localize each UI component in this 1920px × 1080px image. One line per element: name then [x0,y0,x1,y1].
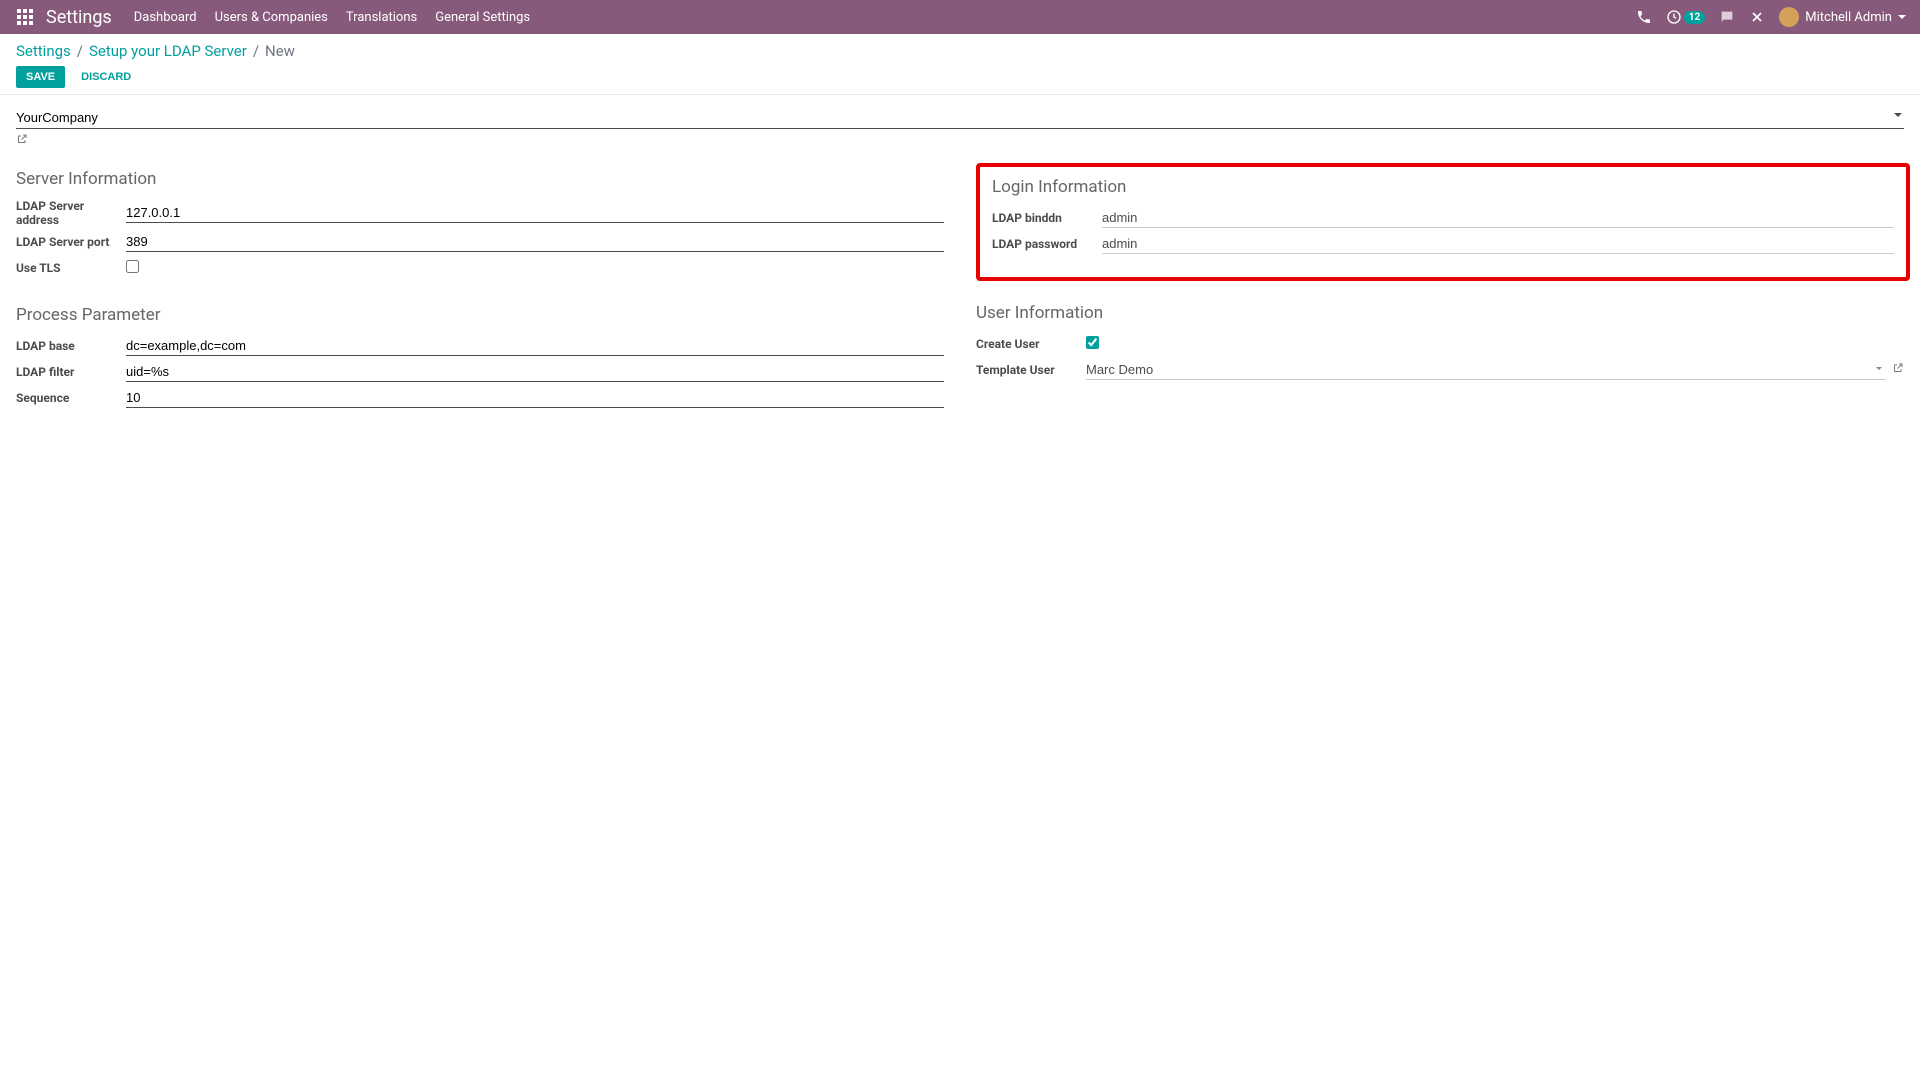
server-info-title: Server Information [16,169,944,189]
nav-item-dashboard[interactable]: Dashboard [134,10,197,25]
save-button[interactable]: SAVE [16,66,65,88]
sequence-label: Sequence [16,391,126,405]
close-button[interactable] [1749,9,1765,25]
ldap-address-label: LDAP Server address [16,199,126,227]
create-user-checkbox[interactable] [1086,336,1099,349]
external-link-icon [16,133,28,145]
close-icon [1749,9,1765,25]
company-input[interactable] [16,107,1904,129]
apps-menu-button[interactable] [8,9,42,25]
nav-menu: Dashboard Users & Companies Translations… [134,10,530,25]
activities-button[interactable]: 12 [1666,9,1705,25]
nav-item-general-settings[interactable]: General Settings [435,10,530,25]
template-user-external-link[interactable] [1892,362,1904,378]
chat-icon [1719,9,1735,25]
top-navbar: Settings Dashboard Users & Companies Tra… [0,0,1920,34]
ldap-filter-input[interactable] [126,362,944,382]
form-sheet: Server Information LDAP Server address L… [0,95,1920,437]
ldap-port-label: LDAP Server port [16,235,126,249]
chevron-down-icon [1894,113,1902,117]
company-field[interactable] [16,107,1904,129]
breadcrumb-current: New [265,42,295,60]
ldap-base-label: LDAP base [16,339,126,353]
chevron-down-icon [1898,15,1906,19]
user-menu[interactable]: Mitchell Admin [1779,7,1906,27]
ldap-filter-label: LDAP filter [16,365,126,379]
nav-item-users[interactable]: Users & Companies [215,10,328,25]
use-tls-label: Use TLS [16,261,126,275]
breadcrumb-root[interactable]: Settings [16,42,71,60]
app-title[interactable]: Settings [42,7,128,28]
use-tls-checkbox[interactable] [126,260,139,273]
process-param-title: Process Parameter [16,305,944,325]
company-external-link[interactable] [16,133,28,149]
activity-count-badge: 12 [1684,11,1705,24]
chevron-down-icon [1876,367,1882,370]
apps-grid-icon [17,9,33,25]
ldap-base-input[interactable] [126,336,944,356]
template-user-field[interactable] [1086,360,1886,380]
breadcrumb: Settings / Setup your LDAP Server / New [16,42,1904,60]
ldap-password-label: LDAP password [992,237,1102,251]
ldap-password-input[interactable] [1102,234,1894,254]
clock-icon [1666,9,1682,25]
ldap-address-input[interactable] [126,203,944,223]
phone-button[interactable] [1636,9,1652,25]
ldap-binddn-input[interactable] [1102,208,1894,228]
template-user-label: Template User [976,363,1086,377]
login-info-title: Login Information [992,177,1894,197]
messages-button[interactable] [1719,9,1735,25]
user-info-title: User Information [976,303,1904,323]
sequence-input[interactable] [126,388,944,408]
ldap-binddn-label: LDAP binddn [992,211,1102,225]
login-info-highlight: Login Information LDAP binddn LDAP passw… [976,163,1910,281]
nav-item-translations[interactable]: Translations [346,10,417,25]
user-name: Mitchell Admin [1805,10,1892,25]
control-panel: Settings / Setup your LDAP Server / New … [0,34,1920,95]
external-link-icon [1892,362,1904,374]
breadcrumb-parent[interactable]: Setup your LDAP Server [89,42,247,60]
create-user-label: Create User [976,337,1086,351]
discard-button[interactable]: DISCARD [71,66,141,88]
avatar [1779,7,1799,27]
phone-icon [1636,9,1652,25]
template-user-input[interactable] [1086,360,1886,380]
ldap-port-input[interactable] [126,232,944,252]
